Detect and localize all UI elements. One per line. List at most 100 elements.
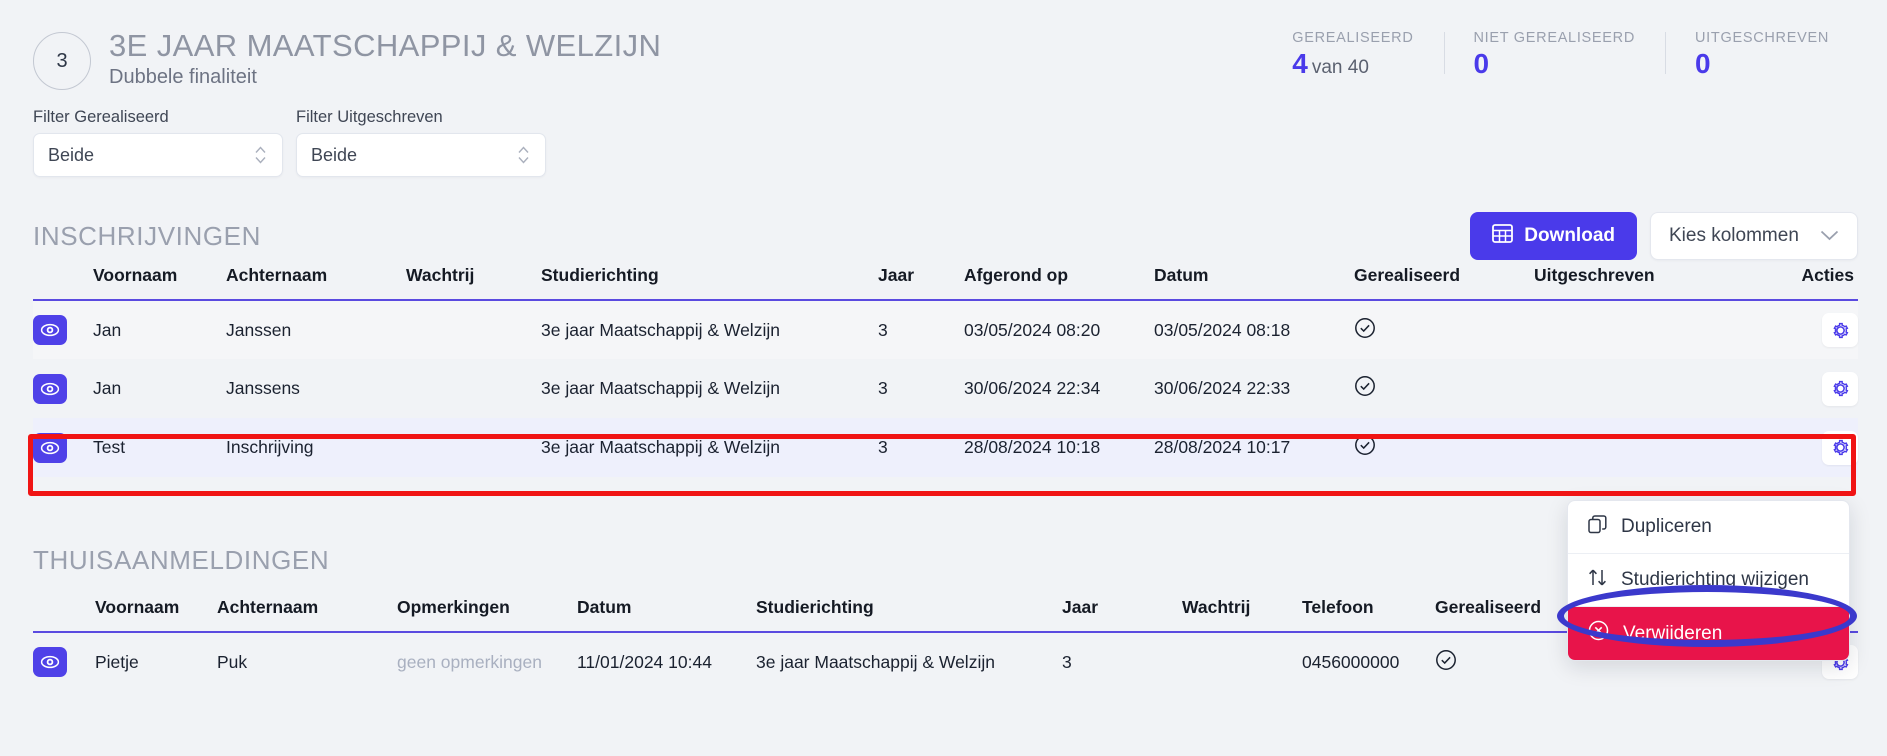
inschrijvingen-toolbar: INSCHRIJVINGEN Download Kies kolommen — [33, 207, 1858, 265]
stats-bar: GEREALISEERD 4 van 40 NIET GEREALISEERD 0… — [1262, 30, 1859, 80]
menu-item-studierichting-wijzigen[interactable]: Studierichting wijzigen — [1568, 554, 1849, 607]
cell-studierichting: 3e jaar Maatschappij & Welzijn — [541, 319, 780, 340]
stat-value: 4 van 40 — [1292, 48, 1413, 80]
col-spacer — [33, 597, 95, 632]
stat-label: NIET GEREALISEERD — [1473, 30, 1636, 46]
eye-icon[interactable] — [33, 373, 67, 404]
col-datum: Datum — [577, 597, 632, 617]
table-row[interactable]: Test Inschrijving 3e jaar Maatschappij &… — [33, 418, 1858, 477]
cell-view — [33, 359, 93, 418]
inschrijvingen-heading: INSCHRIJVINGEN — [33, 220, 261, 251]
cell-opmerkingen[interactable]: geen opmerkingen — [397, 632, 577, 691]
inschrijvingen-table: Voornaam Achternaam Wachtrij Studiericht… — [33, 265, 1858, 477]
cell-afgerond-op: 30/06/2024 22:34 — [964, 378, 1101, 398]
cell-wachtrij — [406, 359, 541, 418]
col-acties: Acties — [1801, 265, 1854, 285]
col-jaar: Jaar — [878, 265, 915, 285]
cell-acties — [1780, 359, 1858, 418]
filter-label: Filter Gerealiseerd — [33, 108, 169, 126]
gear-icon[interactable] — [1822, 430, 1858, 465]
menu-item-label: Dupliceren — [1621, 516, 1712, 537]
check-circle-icon — [1354, 317, 1376, 344]
inschrijvingen-table-body: Jan Janssen 3e jaar Maatschappij & Welzi… — [33, 300, 1858, 477]
stat-suffix: van 40 — [1311, 57, 1369, 78]
col-jaar: Jaar — [1062, 597, 1099, 617]
table-icon — [1492, 223, 1514, 249]
stat-number: 0 — [1695, 48, 1711, 79]
inschrijvingen-section: INSCHRIJVINGEN Download Kies kolommen Vo… — [33, 207, 1858, 477]
col-voornaam: Voornaam — [93, 265, 178, 285]
inschrijvingen-actions: Download Kies kolommen — [1470, 212, 1858, 260]
stat-number: 0 — [1473, 48, 1490, 79]
cell-studierichting: 3e jaar Maatschappij & Welzijn — [756, 651, 995, 672]
check-circle-icon — [1435, 649, 1457, 676]
col-studierichting: Studierichting — [756, 597, 874, 617]
menu-item-verwijderen[interactable]: Verwijderen — [1568, 607, 1849, 660]
cell-uitgeschreven — [1534, 300, 1780, 359]
table-row[interactable]: Jan Janssens 3e jaar Maatschappij & Welz… — [33, 359, 1858, 418]
col-uitgeschreven: Uitgeschreven — [1534, 265, 1655, 285]
check-circle-icon — [1354, 375, 1376, 402]
col-achternaam: Achternaam — [226, 265, 328, 285]
cell-achternaam: Inschrijving — [226, 437, 314, 457]
kies-kolommen-label: Kies kolommen — [1669, 225, 1799, 246]
filter-uitgeschreven-select[interactable]: Beide — [296, 133, 546, 177]
eye-icon[interactable] — [33, 432, 67, 463]
cell-jaar: 3 — [878, 437, 888, 457]
cell-datum: 30/06/2024 22:33 — [1154, 378, 1291, 398]
cell-uitgeschreven — [1534, 418, 1780, 477]
eye-icon[interactable] — [33, 647, 67, 677]
cell-acties — [1780, 418, 1858, 477]
download-button[interactable]: Download — [1470, 212, 1637, 260]
stat-label: UITGESCHREVEN — [1695, 30, 1829, 46]
kies-kolommen-button[interactable]: Kies kolommen — [1650, 212, 1858, 260]
cell-datum: 03/05/2024 08:18 — [1154, 319, 1291, 340]
cell-studierichting: 3e jaar Maatschappij & Welzijn — [541, 437, 780, 457]
cell-view — [33, 632, 95, 691]
menu-item-label: Verwijderen — [1623, 622, 1723, 644]
download-button-label: Download — [1524, 225, 1615, 246]
col-wachtrij: Wachtrij — [1182, 597, 1251, 617]
col-opmerkingen: Opmerkingen — [397, 597, 510, 617]
stepper-icon — [518, 146, 529, 164]
table-row[interactable]: Jan Janssen 3e jaar Maatschappij & Welzi… — [33, 300, 1858, 359]
col-voornaam: Voornaam — [95, 597, 180, 617]
cell-achternaam: Janssens — [226, 378, 300, 398]
cell-telefoon: 0456000000 — [1302, 651, 1400, 672]
filter-value: Beide — [311, 144, 358, 165]
page-title: 3E JAAR MAATSCHAPPIJ & WELZIJN — [109, 28, 662, 63]
cell-voornaam: Jan — [93, 378, 122, 398]
filter-label: Filter Uitgeschreven — [296, 108, 443, 126]
eye-icon[interactable] — [33, 315, 67, 345]
cell-view — [33, 418, 93, 477]
table-header-row: Voornaam Achternaam Wachtrij Studiericht… — [33, 265, 1858, 300]
page-header: 3 3E JAAR MAATSCHAPPIJ & WELZIJN Dubbele… — [0, 0, 1887, 108]
stat-label: GEREALISEERD — [1292, 30, 1414, 46]
filter-gerealiseerd-select[interactable]: Beide — [33, 133, 283, 177]
stat-value: 0 — [1474, 48, 1636, 80]
col-spacer — [33, 265, 93, 300]
cell-studierichting: 3e jaar Maatschappij & Welzijn — [541, 378, 780, 398]
menu-item-dupliceren[interactable]: Dupliceren — [1568, 501, 1849, 554]
stat-niet-gerealiseerd: NIET GEREALISEERD 0 — [1443, 30, 1666, 80]
filter-uitgeschreven: Filter Uitgeschreven Beide — [296, 108, 546, 177]
cell-voornaam: Jan — [93, 319, 122, 340]
col-wachtrij: Wachtrij — [406, 265, 475, 285]
menu-item-label: Studierichting wijzigen — [1621, 569, 1809, 590]
cell-achternaam: Puk — [217, 651, 248, 672]
cell-jaar: 3 — [878, 319, 888, 340]
gear-icon[interactable] — [1822, 371, 1858, 406]
cell-jaar: 3 — [1062, 651, 1072, 672]
stat-value: 0 — [1695, 48, 1829, 80]
stepper-icon — [255, 146, 266, 164]
cell-voornaam: Test — [93, 437, 126, 457]
stat-uitgeschreven: UITGESCHREVEN 0 — [1665, 30, 1859, 80]
gear-icon[interactable] — [1822, 313, 1858, 347]
col-studierichting: Studierichting — [541, 265, 659, 285]
cell-wachtrij — [406, 300, 541, 359]
cell-uitgeschreven — [1534, 359, 1780, 418]
col-gerealiseerd: Gerealiseerd — [1354, 265, 1461, 285]
filter-value: Beide — [48, 144, 95, 165]
cell-view — [33, 300, 93, 359]
col-afgerond-op: Afgerond op — [964, 265, 1069, 285]
